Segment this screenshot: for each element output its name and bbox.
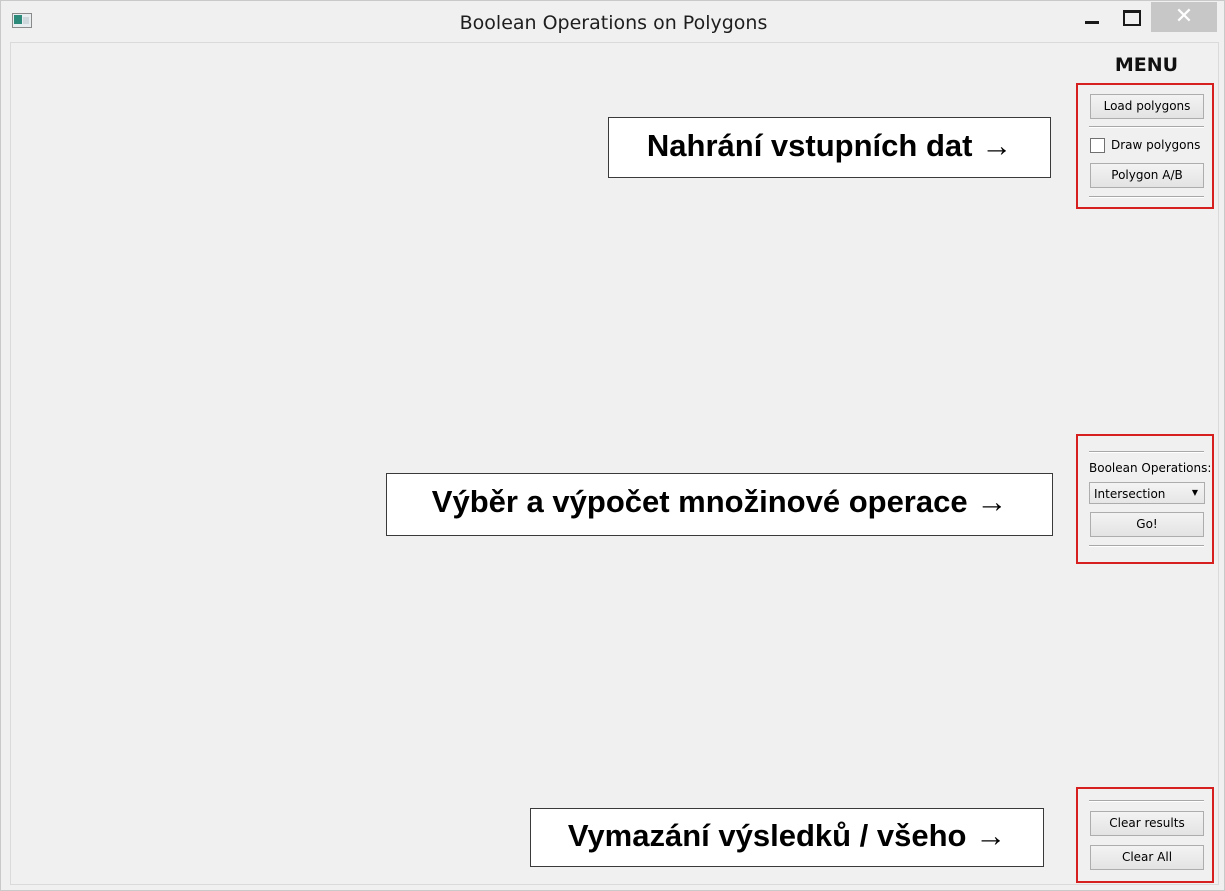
- operation-select-value: Intersection: [1094, 487, 1166, 501]
- go-button[interactable]: Go!: [1090, 512, 1204, 537]
- maximize-icon: [1123, 10, 1141, 26]
- clear-all-button[interactable]: Clear All: [1090, 845, 1204, 870]
- title-bar: Boolean Operations on Polygons ✕: [1, 1, 1224, 41]
- operation-select[interactable]: Intersection ▼: [1089, 482, 1205, 504]
- boolean-operations-label: Boolean Operations:: [1089, 461, 1212, 475]
- minimize-icon: [1085, 21, 1099, 24]
- window-title: Boolean Operations on Polygons: [459, 12, 768, 34]
- clear-results-button[interactable]: Clear results: [1090, 811, 1204, 836]
- menu-title: MENU: [1114, 54, 1179, 76]
- maximize-button[interactable]: [1113, 2, 1149, 32]
- draw-polygons-label: Draw polygons: [1111, 138, 1201, 152]
- separator: [1089, 545, 1204, 547]
- separator: [1089, 126, 1204, 128]
- draw-polygons-checkbox[interactable]: [1090, 138, 1105, 153]
- polygon-ab-button[interactable]: Polygon A/B: [1090, 163, 1204, 188]
- close-button[interactable]: ✕: [1151, 2, 1217, 32]
- load-polygons-button[interactable]: Load polygons: [1090, 94, 1204, 119]
- annotation-clear: Vymazání výsledků / všeho →: [530, 808, 1044, 867]
- minimize-button[interactable]: [1075, 2, 1111, 32]
- separator: [1089, 196, 1204, 198]
- annotation-operation: Výběr a výpočet množinové operace →: [386, 473, 1053, 536]
- annotation-load: Nahrání vstupních dat →: [608, 117, 1051, 178]
- separator: [1089, 800, 1204, 802]
- close-icon: ✕: [1174, 4, 1194, 29]
- chevron-down-icon: ▼: [1191, 488, 1198, 497]
- separator: [1089, 451, 1204, 453]
